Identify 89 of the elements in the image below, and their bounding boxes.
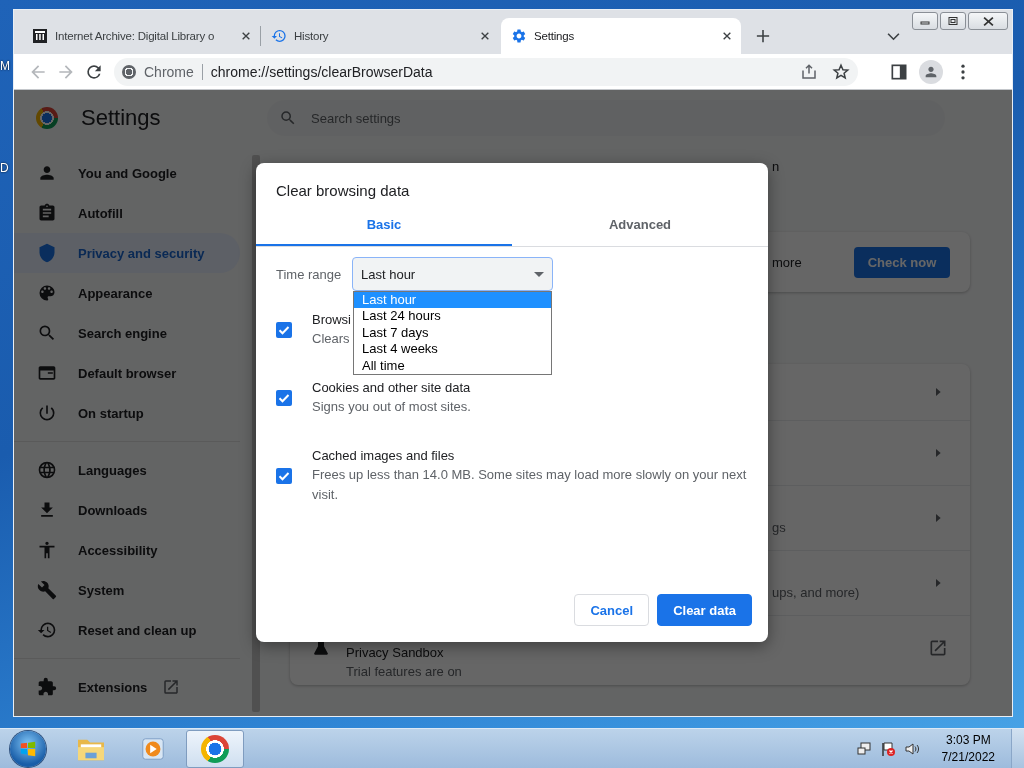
power-icon [37, 403, 57, 423]
four-squares-logo-icon [19, 739, 37, 758]
dropdown-option[interactable]: Last hour [354, 292, 551, 309]
dialog-title: Clear browsing data [275, 181, 411, 201]
flask-icon [312, 639, 330, 657]
sidebar-item[interactable]: Default browser [14, 353, 240, 393]
plus-icon[interactable] [756, 29, 770, 43]
sidebar-item[interactable]: Search engine [14, 313, 240, 353]
browser-tab[interactable]: Settings [501, 18, 741, 54]
sidebar-item[interactable]: Extensions [14, 667, 240, 707]
sidebar-item[interactable]: Autofill [14, 193, 240, 233]
option-description: Signs you out of most sites. [312, 398, 471, 416]
star-icon[interactable] [832, 62, 850, 81]
clock[interactable]: 3:03 PM 7/21/2022 [941, 731, 995, 766]
close-icon [982, 16, 994, 26]
safety-check-text: more [772, 254, 802, 270]
url-text: chrome://settings/clearBrowserData [210, 63, 434, 80]
speaker-icon[interactable] [903, 740, 920, 757]
browser-tab[interactable]: Internet Archive: Digital Library o [22, 18, 260, 54]
chrome-logo-icon [122, 64, 136, 79]
sidebar-item[interactable]: Privacy and security [14, 233, 240, 273]
dropdown-option[interactable]: Last 7 days [354, 324, 551, 342]
search-placeholder: Search settings [311, 110, 401, 126]
columns-building-icon [32, 28, 48, 44]
sidebar-item[interactable]: System [14, 570, 240, 610]
cancel-button[interactable]: Cancel [574, 594, 650, 626]
caret-icon [534, 271, 544, 277]
network-icon[interactable] [855, 740, 872, 757]
search-icon [279, 109, 297, 127]
heading-text: n [772, 158, 780, 174]
row-subtitle: Trial features are on [346, 663, 463, 681]
option-description: Clears [312, 330, 351, 348]
row-subtitle: ups, and more) [772, 584, 861, 602]
flag-error-icon[interactable] [879, 740, 896, 757]
dialog-tab[interactable]: Basic [256, 205, 512, 246]
accessibility-icon [37, 540, 57, 560]
shield-icon [37, 243, 57, 263]
play-icon [140, 735, 166, 762]
address-bar[interactable]: Chrome chrome://settings/clearBrowserData [114, 57, 858, 86]
row-title: Privacy Sandbox [346, 644, 445, 662]
share-icon[interactable] [800, 62, 818, 81]
profile-avatar-icon[interactable] [919, 59, 943, 84]
chrome-app-button[interactable] [186, 729, 244, 768]
option-title: Browsi [312, 311, 351, 329]
wrench-icon [37, 580, 57, 600]
site-chip-label: Chrome [144, 63, 194, 80]
sidebar-item[interactable]: Downloads [14, 490, 240, 530]
maximize-button[interactable] [940, 12, 966, 30]
sidebar-item[interactable]: Accessibility [14, 530, 240, 570]
sidebar-item[interactable]: Reset and clean up [14, 610, 240, 650]
palette-icon [37, 283, 57, 303]
chevron-down-icon[interactable] [887, 32, 900, 41]
puzzle-icon [37, 677, 57, 697]
time-range-label: Time range [276, 266, 343, 282]
start-button[interactable] [10, 730, 46, 767]
sidebar-item[interactable]: You and Google [14, 153, 240, 193]
sidebar-item[interactable]: On startup [14, 393, 240, 433]
clear-data-button[interactable]: Clear data [657, 594, 752, 626]
row-subtitle: gs [772, 519, 787, 537]
clipboard-icon [37, 203, 57, 223]
checkbox[interactable] [276, 322, 292, 338]
browser-tab[interactable]: History [261, 18, 499, 54]
desktop-icon-label[interactable]: M [0, 59, 10, 73]
sidebar-item[interactable]: Appearance [14, 273, 240, 313]
search-icon [37, 323, 57, 343]
page-title: Settings [81, 105, 162, 131]
sidebar-item[interactable]: Languages [14, 450, 240, 490]
option-title: Cached images and files [312, 447, 456, 465]
desktop-icon-label[interactable]: D [0, 161, 9, 175]
browser-window-icon [37, 363, 57, 383]
maximize-icon [948, 17, 958, 25]
checkbox[interactable] [276, 468, 292, 484]
history-icon [37, 620, 57, 640]
globe-icon [37, 460, 57, 480]
external-link-icon[interactable] [928, 638, 948, 658]
close-button[interactable] [968, 12, 1008, 30]
dropdown-option[interactable]: All time [354, 357, 551, 374]
option-description: Frees up less than 14.0 MB. Some sites may load more slowly on your next visit. [312, 466, 748, 504]
check-now-button[interactable]: Check now [854, 246, 950, 278]
chrome-logo-icon [201, 734, 229, 763]
time-range-dropdown[interactable]: Last hour [352, 257, 553, 291]
chrome-logo-icon [36, 107, 58, 129]
dropdown-option[interactable]: Last 4 weeks [354, 341, 551, 358]
gear-icon [511, 28, 527, 44]
history-icon [271, 28, 287, 44]
checkbox[interactable] [276, 390, 292, 406]
option-title: Cookies and other site data [312, 379, 471, 397]
dialog-tab[interactable]: Advanced [512, 205, 768, 246]
dropdown-option[interactable]: Last 24 hours [354, 308, 551, 325]
